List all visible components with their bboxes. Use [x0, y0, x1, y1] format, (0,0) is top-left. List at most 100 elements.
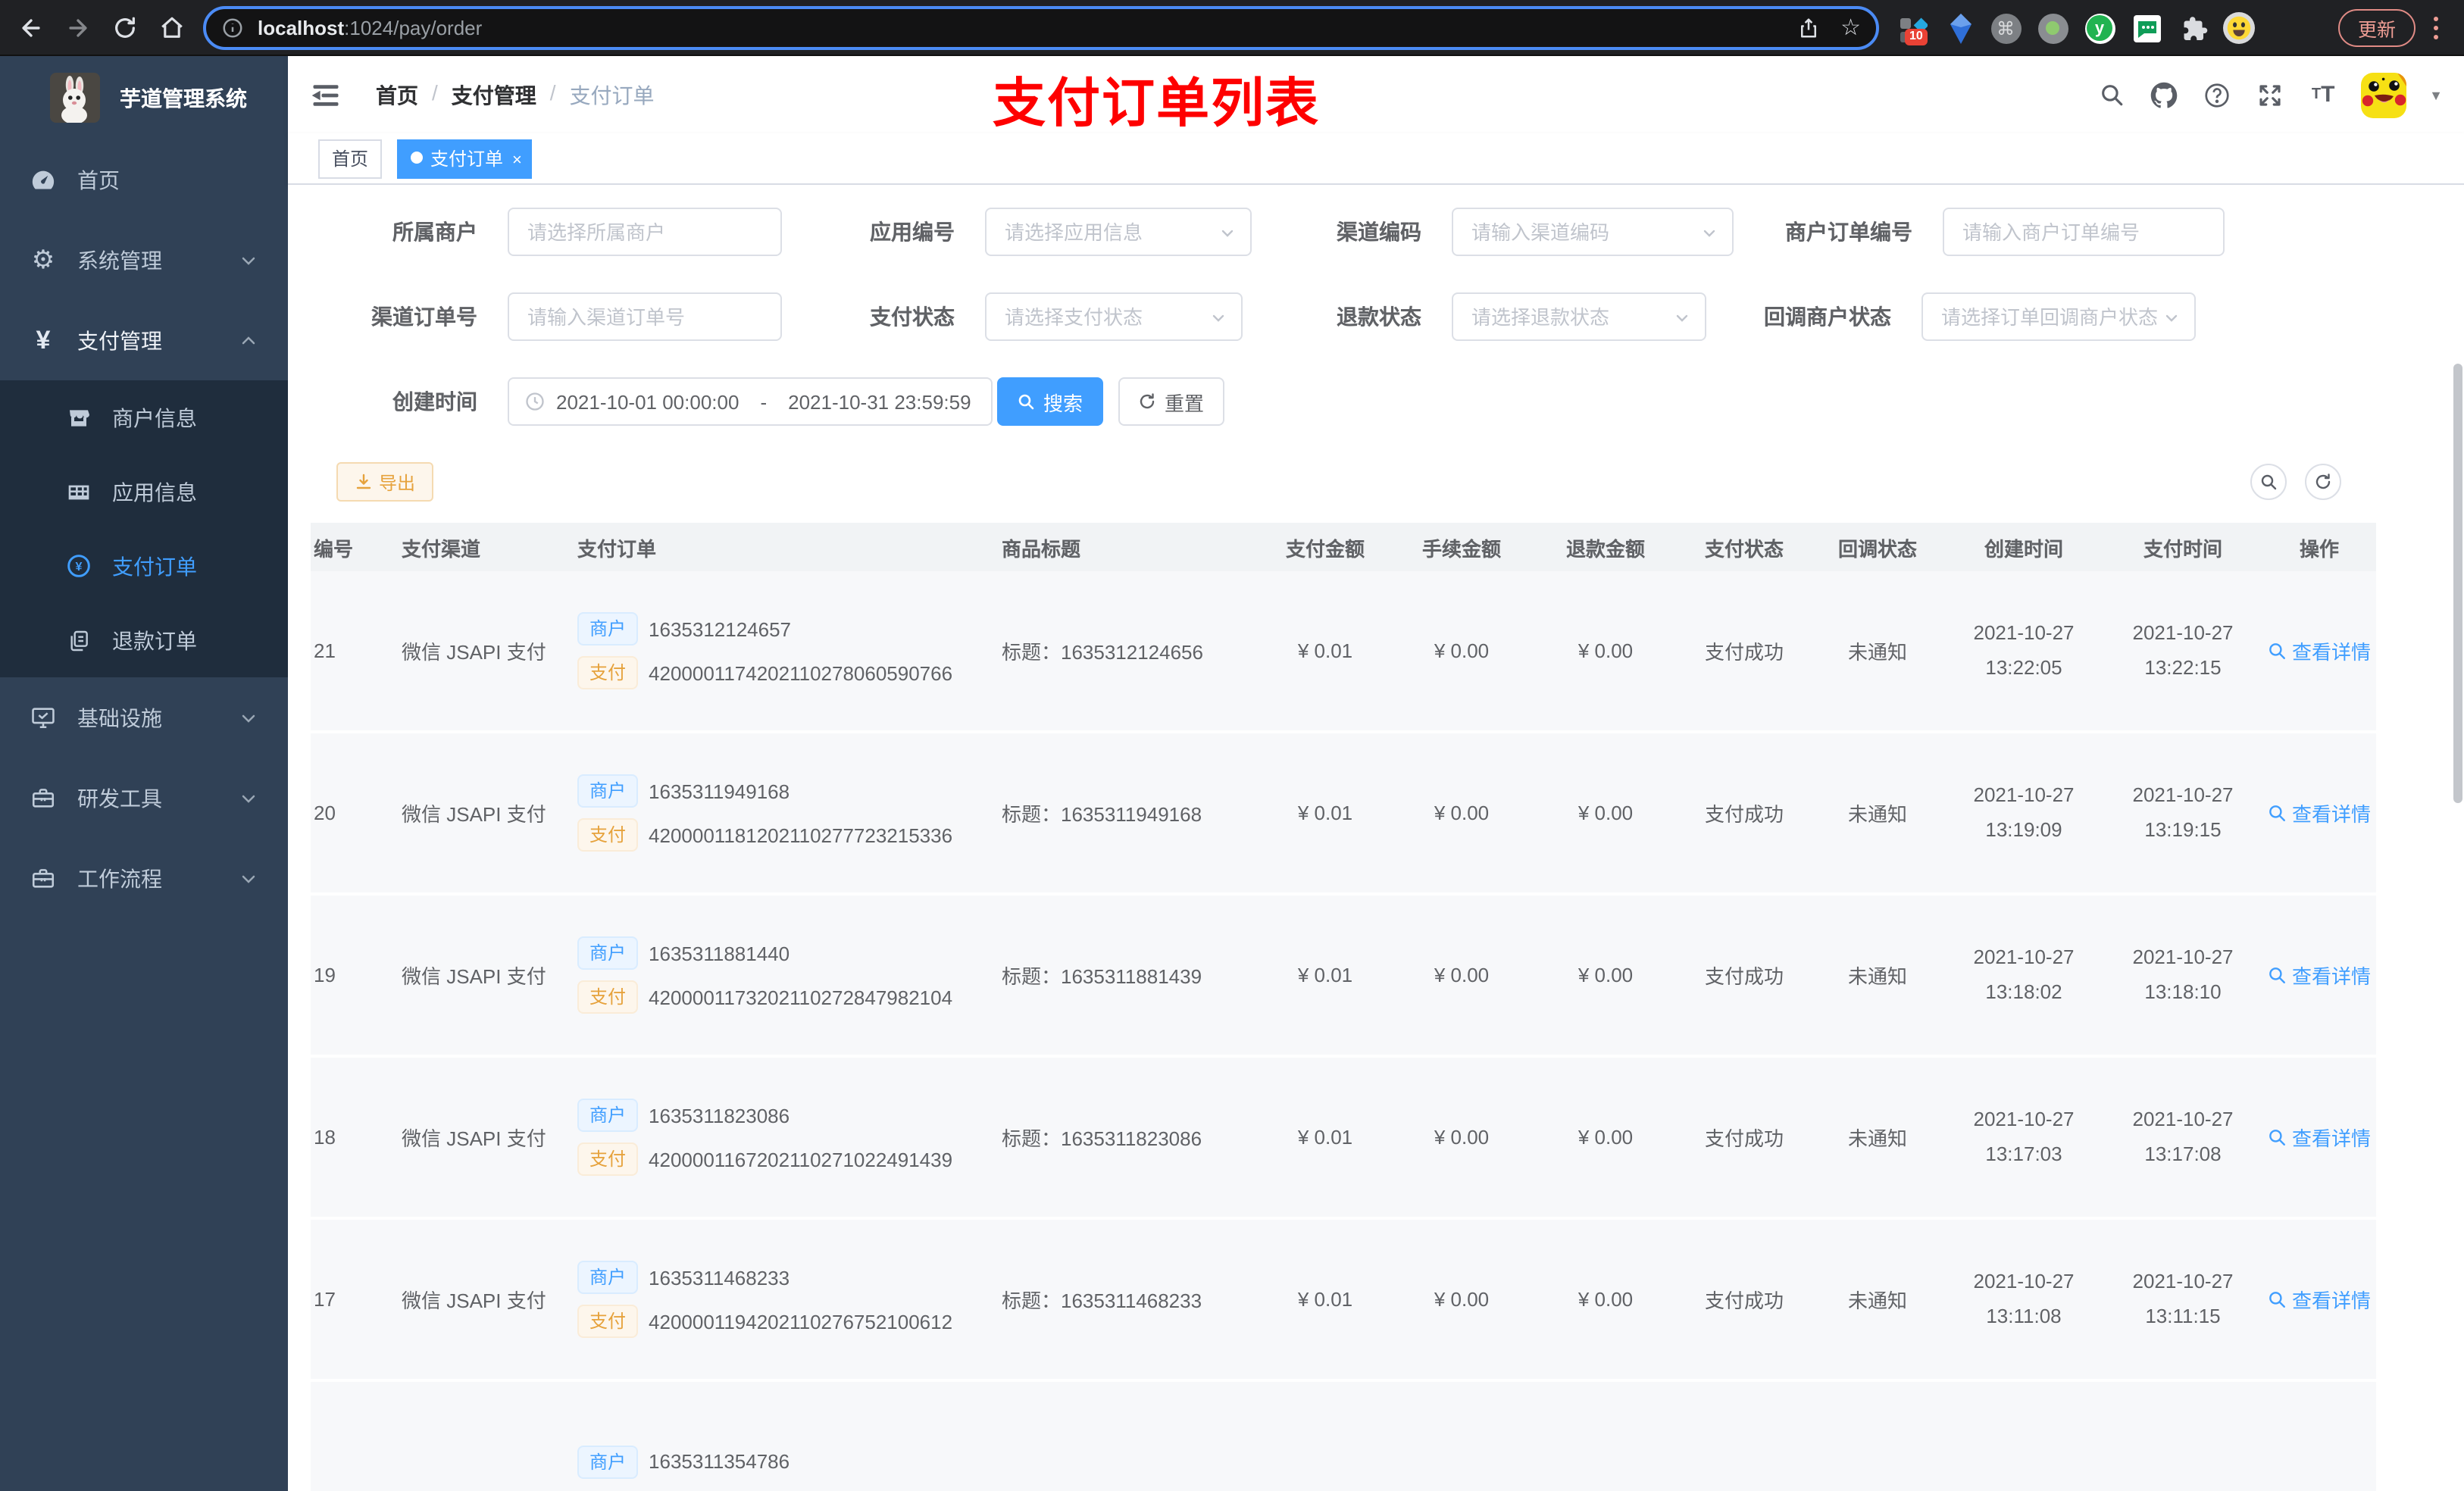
share-icon[interactable] — [1796, 17, 1819, 39]
extension-tabs-icon[interactable]: 10 — [1896, 12, 1928, 45]
screen: localhost:1024/pay/order ☆ 10 ⌘ y 更新 芋道管… — [0, 0, 2464, 1491]
app-logo[interactable]: 芋道管理系统 — [0, 56, 288, 139]
table-header: 编号 支付渠道 支付订单 商品标题 支付金额 手续金额 退款金额 支付状态 回调… — [311, 523, 2376, 571]
extension-y-icon[interactable]: y — [2084, 12, 2115, 44]
navbar-actions: TT ▼ — [2096, 56, 2443, 133]
export-button[interactable]: 导出 — [336, 462, 434, 502]
bookmark-star-icon[interactable]: ☆ — [1840, 17, 1861, 39]
avatar[interactable] — [2361, 72, 2407, 117]
status-pay: 支付成功 — [1704, 803, 1784, 826]
breadcrumb-home[interactable]: 首页 — [376, 80, 418, 111]
view-details-link[interactable]: 查看详情 — [2268, 961, 2371, 989]
pay-tag: 支付 — [577, 1142, 639, 1176]
pay-tag: 支付 — [577, 656, 639, 689]
filter-channel-order-no: 渠道订单号 — [311, 292, 782, 341]
font-size-icon[interactable]: TT — [2308, 80, 2338, 110]
sidebar-item-refund-order[interactable]: 退款订单 — [0, 603, 288, 677]
extension-dot-icon[interactable] — [2037, 12, 2068, 44]
search-button[interactable]: 搜索 — [997, 377, 1103, 426]
sidebar-item-devtools[interactable]: 研发工具 — [0, 758, 288, 838]
tag-close-icon[interactable]: × — [512, 152, 522, 170]
pay-order-icon: ¥ — [67, 554, 91, 578]
pay-status-select[interactable] — [987, 294, 1241, 339]
refund-status-select[interactable] — [1453, 294, 1705, 339]
pay-tag: 支付 — [577, 980, 639, 1014]
table-row: 19 微信 JSAPI 支付 商户 1635311881440 支付 4200001… — [311, 896, 2376, 1058]
notify-status-select[interactable] — [1923, 294, 2194, 339]
extension-chat-icon[interactable] — [2131, 12, 2162, 44]
chevron-down-icon — [239, 251, 258, 269]
hamburger-icon[interactable] — [309, 79, 342, 112]
breadcrumb-pay[interactable]: 支付管理 — [452, 80, 536, 111]
sidebar-item-home[interactable]: 首页 — [0, 139, 288, 220]
filter-refund-status: 退款状态 — [1255, 292, 1706, 341]
sidebar-item-pay-order[interactable]: ¥ 支付订单 — [0, 529, 288, 603]
merchant-order-no-input[interactable] — [1944, 209, 2223, 255]
filter-row-3: 创建时间 2021-10-01 00:00:00 - 2021-10-31 23… — [288, 377, 2464, 426]
pay-tag: 支付 — [577, 818, 639, 852]
table-row-partial: 商户 1635311354786 — [311, 1382, 2376, 1491]
browser-menu-icon[interactable] — [2425, 11, 2446, 44]
clock-icon — [524, 391, 546, 412]
extension-command-icon[interactable]: ⌘ — [1990, 12, 2022, 44]
sidebar-item-app-info[interactable]: 应用信息 — [0, 455, 288, 529]
avatar-caret-icon[interactable]: ▼ — [2429, 87, 2443, 102]
chevron-up-icon — [239, 331, 258, 349]
browser-toolbar: localhost:1024/pay/order ☆ 10 ⌘ y 更新 — [0, 0, 2464, 56]
sidebar-item-merchant-info[interactable]: 商户信息 — [0, 380, 288, 455]
filter-row-2: 渠道订单号 支付状态 退款状态 — [288, 292, 2464, 341]
tag-home[interactable]: 首页 — [318, 139, 383, 179]
browser-update-button[interactable]: 更新 — [2337, 9, 2416, 47]
url-bar[interactable]: localhost:1024/pay/order ☆ — [203, 6, 1879, 50]
reset-button[interactable]: 重置 — [1118, 377, 1224, 426]
sidebar: 芋道管理系统 首页 ⚙ 系统管理 ¥ 支付管理 商户信息 应用信息 ¥ 支付订单… — [0, 56, 288, 1491]
tags-view: 首页 支付订单 × — [288, 133, 2464, 185]
table-search-toggle-icon[interactable] — [2250, 464, 2287, 500]
sidebar-item-system[interactable]: ⚙ 系统管理 — [0, 220, 288, 300]
content: 所属商户 应用编号 渠道编码 — [288, 185, 2464, 1491]
extensions-puzzle-icon[interactable] — [2178, 12, 2209, 44]
table-row: 20 微信 JSAPI 支付 商户 1635311949168 支付 4200001… — [311, 733, 2376, 896]
help-icon[interactable] — [2202, 80, 2232, 110]
filter-notify-status: 回调商户状态 — [1674, 292, 2196, 341]
merchant-tag: 商户 — [577, 774, 639, 808]
table-refresh-icon[interactable] — [2305, 464, 2341, 500]
scrollbar-thumb[interactable] — [2453, 364, 2462, 803]
view-details-link[interactable]: 查看详情 — [2268, 1123, 2371, 1152]
view-details-link[interactable]: 查看详情 — [2268, 799, 2371, 827]
home-icon[interactable] — [155, 11, 188, 44]
extension-gem-icon[interactable] — [1944, 12, 1976, 44]
forward-icon[interactable] — [61, 11, 94, 44]
status-pay: 支付成功 — [1704, 965, 1784, 988]
chevron-down-icon — [1209, 309, 1227, 327]
status-pay: 支付成功 — [1704, 641, 1784, 664]
merchant-input[interactable] — [509, 209, 780, 255]
merchant-tag: 商户 — [577, 1261, 639, 1294]
sidebar-item-workflow[interactable]: 工作流程 — [0, 838, 288, 918]
site-info-icon[interactable] — [221, 17, 244, 39]
svg-text:¥: ¥ — [76, 561, 83, 574]
merchant-tag: 商户 — [577, 1099, 639, 1132]
github-icon[interactable] — [2149, 80, 2179, 110]
sidebar-submenu-pay: 商户信息 应用信息 ¥ 支付订单 退款订单 — [0, 380, 288, 677]
channel-order-no-input[interactable] — [509, 294, 780, 339]
date-range-input[interactable]: 2021-10-01 00:00:00 - 2021-10-31 23:59:5… — [508, 377, 993, 426]
briefcase-icon — [30, 865, 56, 891]
reload-icon[interactable] — [108, 11, 141, 44]
main-panel: 首页 / 支付管理 / 支付订单 支付订单列表 T T ▼ 首页 支付订单 × … — [288, 56, 2464, 1491]
extension-emoji-icon[interactable] — [2223, 12, 2255, 44]
navbar: 首页 / 支付管理 / 支付订单 支付订单列表 T T ▼ — [288, 56, 2464, 133]
search-icon[interactable] — [2096, 80, 2126, 110]
sidebar-item-infra[interactable]: 基础设施 — [0, 677, 288, 758]
tag-pay-order[interactable]: 支付订单 × — [397, 139, 533, 179]
sidebar-item-pay[interactable]: ¥ 支付管理 — [0, 300, 288, 380]
filter-row-1: 所属商户 应用编号 渠道编码 — [288, 208, 2464, 256]
yen-icon: ¥ — [36, 326, 51, 355]
grid-icon — [67, 480, 91, 504]
view-details-link[interactable]: 查看详情 — [2268, 1285, 2371, 1314]
app-id-select[interactable] — [987, 209, 1250, 255]
fullscreen-icon[interactable] — [2255, 80, 2285, 110]
back-icon[interactable] — [14, 11, 47, 44]
refund-docs-icon — [67, 628, 91, 652]
view-details-link[interactable]: 查看详情 — [2268, 636, 2371, 665]
